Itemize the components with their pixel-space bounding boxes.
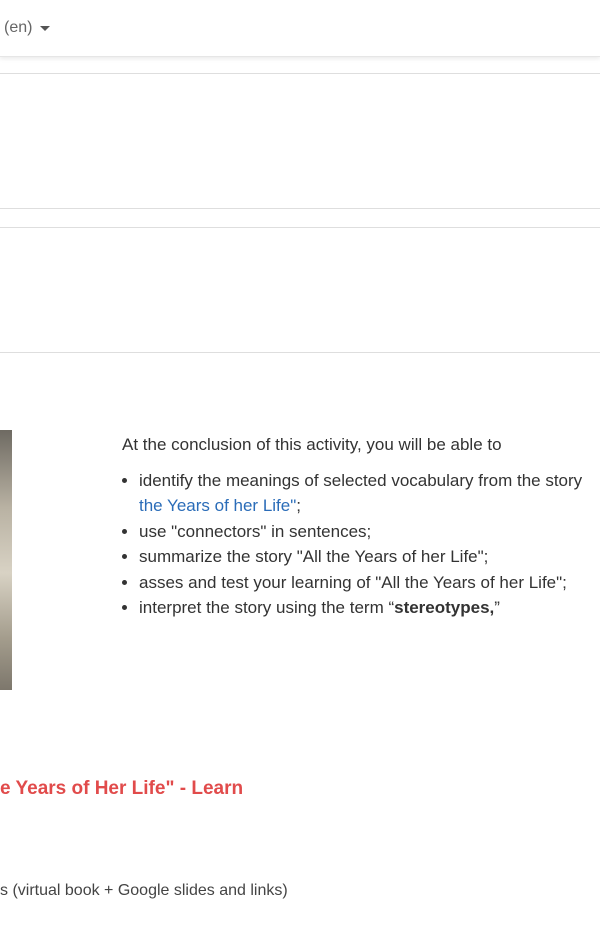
list-item: asses and test your learning of "All the…: [139, 570, 600, 596]
divider: [0, 227, 600, 228]
language-selector[interactable]: (en): [4, 19, 51, 37]
term-stereotypes: stereotypes,: [394, 598, 495, 617]
divider: [0, 73, 600, 74]
activity-title-link[interactable]: e Years of Her Life" - Learn: [0, 778, 243, 800]
resource-description: s (virtual book + Google slides and link…: [0, 882, 288, 899]
learning-objectives: At the conclusion of this activity, you …: [122, 432, 600, 621]
divider: [0, 208, 600, 209]
language-label: (en): [4, 19, 33, 36]
list-item: summarize the story "All the Years of he…: [139, 544, 600, 570]
list-item: interpret the story using the term “ster…: [139, 595, 600, 621]
objectives-list: identify the meanings of selected vocabu…: [122, 468, 600, 621]
list-item: identify the meanings of selected vocabu…: [139, 468, 600, 519]
activity-image: [0, 430, 12, 690]
divider: [0, 352, 600, 353]
caret-down-icon: [40, 26, 51, 31]
list-item: use "connectors" in sentences;: [139, 519, 600, 545]
objectives-intro: At the conclusion of this activity, you …: [122, 435, 502, 454]
top-bar: (en): [0, 0, 600, 57]
story-link[interactable]: the Years of her Life": [139, 496, 296, 515]
